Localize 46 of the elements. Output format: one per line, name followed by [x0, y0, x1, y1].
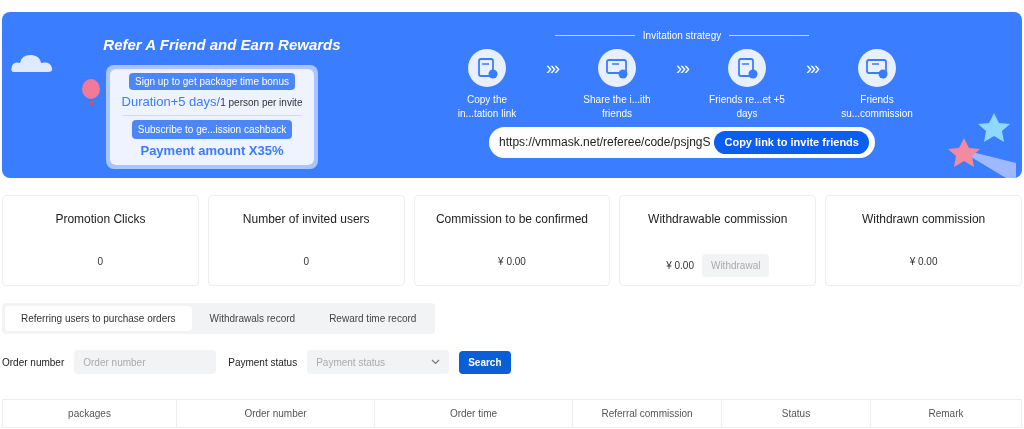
stat-value: 0 [303, 255, 309, 269]
document-icon [857, 49, 896, 87]
step-label: Share the i...ith friends [582, 93, 652, 121]
document-icon [468, 49, 506, 87]
payment-text: Payment amount X35% [140, 142, 284, 160]
order-number-field[interactable]: Order number [74, 350, 217, 374]
stat-value: ¥ 0.00 [498, 255, 526, 269]
column-header: Status [721, 400, 870, 427]
stat-title: Number of invited users [242, 211, 370, 228]
step-label: Friends su...commission [840, 93, 914, 121]
invite-link[interactable]: https://vmmask.net/referee/code/psjngS [499, 133, 711, 152]
column-header: Remark [870, 400, 1021, 427]
stat-title: Promotion Clicks [55, 211, 146, 228]
chevron-down-icon [431, 359, 441, 365]
document-icon [598, 49, 636, 87]
column-header: Order number [176, 400, 374, 427]
stat-value: 0 [97, 255, 104, 269]
duration-text: Duration+5 days/ [121, 92, 221, 111]
step-label: Copy the in...tation link [456, 93, 518, 121]
balloon-icon [81, 79, 101, 107]
search-button[interactable]: Search [459, 350, 511, 374]
signup-badge: Sign up to get package time bonus [129, 72, 295, 90]
stat-title: Withdrawn commission [861, 211, 986, 228]
subscribe-badge: Subscribe to ge...ission cashback [131, 120, 293, 139]
step-label: Friends re...et +5 days [709, 93, 785, 121]
chevrons-icon: ››› [806, 55, 818, 82]
chevrons-icon: ››› [546, 55, 558, 82]
document-icon [728, 49, 766, 87]
stat-value: ¥ 0.00 [909, 255, 938, 269]
strategy-title: Invitation strategy [642, 29, 722, 43]
order-number-label: Order number [2, 355, 65, 370]
payment-status-label: Payment status [228, 355, 298, 370]
stat-value: ¥ 0.00 [666, 259, 694, 273]
per-invite-text: 1 person per invite [220, 95, 303, 108]
cloud-icon [10, 52, 54, 74]
column-header: Referral commission [572, 400, 721, 427]
chevrons-icon: ››› [676, 55, 688, 82]
tab[interactable]: Reward time record [313, 306, 433, 331]
stat-title: Withdrawable commission [648, 211, 788, 228]
tab[interactable]: Referring users to purchase orders [5, 306, 192, 331]
stat-title: Commission to be confirmed [435, 211, 588, 228]
copy-link-button[interactable]: Copy link to invite friends [714, 131, 869, 154]
column-header: packages [67, 407, 112, 421]
tab[interactable]: Withdrawals record [193, 306, 312, 331]
column-header: Order time [374, 400, 572, 427]
banner-title: Refer A Friend and Earn Rewards [103, 35, 341, 55]
